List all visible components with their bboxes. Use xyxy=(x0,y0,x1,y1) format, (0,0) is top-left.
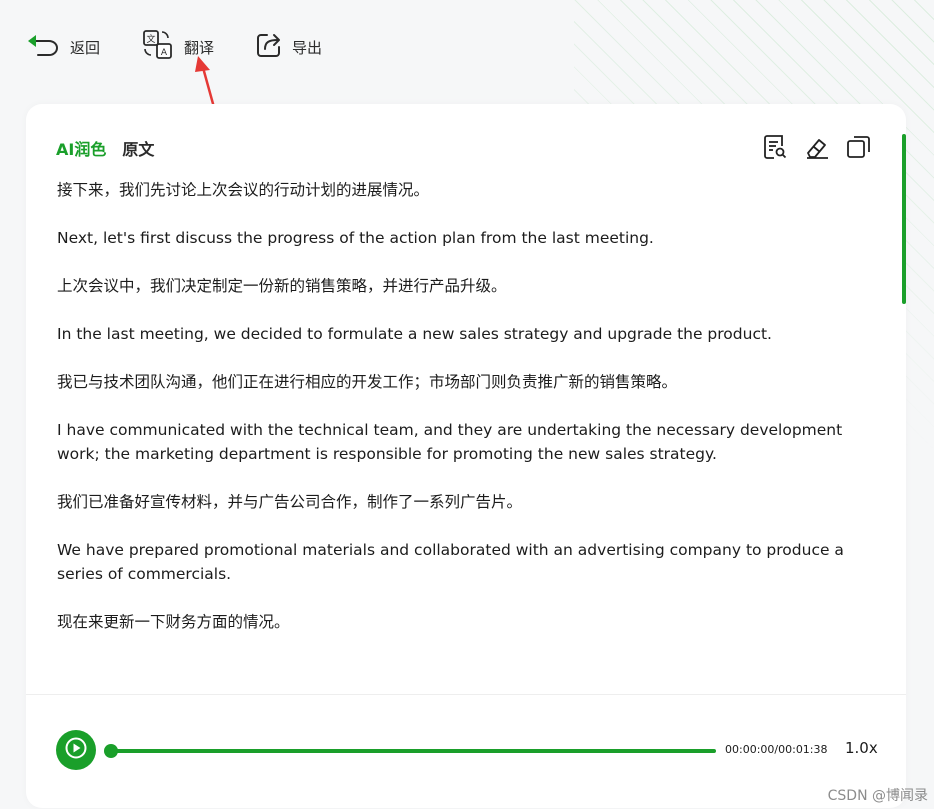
back-button[interactable]: 返回 xyxy=(26,30,100,64)
paragraph: 我已与技术团队沟通，他们正在进行相应的开发工作；市场部门则负责推广新的销售策略。 xyxy=(57,373,678,391)
top-toolbar: 返回 文 A 翻译 导出 xyxy=(0,0,934,96)
back-arrow-icon xyxy=(26,31,60,63)
playback-speed[interactable]: 1.0x xyxy=(845,739,878,757)
tab-ai-polish[interactable]: AI润色 xyxy=(56,136,106,160)
divider xyxy=(26,694,906,695)
play-icon xyxy=(65,737,87,763)
paragraph: We have prepared promotional materials a… xyxy=(57,541,844,583)
paragraph: 接下来，我们先讨论上次会议的行动计划的进展情况。 xyxy=(57,181,430,199)
back-label: 返回 xyxy=(70,38,101,57)
paragraph: 上次会议中，我们决定制定一份新的销售策略，并进行产品升级。 xyxy=(57,277,507,295)
paragraph: Next, let's first discuss the progress o… xyxy=(57,229,654,247)
paragraph: 我们已准备好宣传材料，并与广告公司合作，制作了一系列广告片。 xyxy=(57,493,523,511)
paragraph: I have communicated with the technical t… xyxy=(57,421,843,463)
translate-label: 翻译 xyxy=(184,38,215,57)
tab-bar: AI润色 原文 xyxy=(56,136,170,160)
copy-icon[interactable] xyxy=(846,134,872,160)
paragraph: In the last meeting, we decided to formu… xyxy=(57,325,772,343)
playback-time: 00:00:00/00:01:38 xyxy=(725,743,828,756)
progress-knob[interactable] xyxy=(104,744,118,758)
audio-player: 00:00:00/00:01:38 1.0x xyxy=(26,730,906,774)
watermark: CSDN @博闻录 xyxy=(827,788,928,804)
export-button[interactable]: 导出 xyxy=(256,30,322,64)
document-search-icon[interactable] xyxy=(762,134,788,160)
translate-button[interactable]: 文 A 翻译 xyxy=(142,30,214,64)
translate-icon: 文 A xyxy=(142,29,174,65)
svg-text:A: A xyxy=(161,48,168,58)
transcript-card: AI润色 原文 接下来，我们先讨论上次会议的行动计划的进展情况。 Next, l… xyxy=(26,104,906,808)
card-actions xyxy=(746,134,872,160)
transcript-content: 接下来，我们先讨论上次会议的行动计划的进展情况。 Next, let's fir… xyxy=(57,178,877,648)
tab-original[interactable]: 原文 xyxy=(122,136,154,160)
scrollbar[interactable] xyxy=(902,134,906,304)
eraser-edit-icon[interactable] xyxy=(804,134,830,160)
progress-slider[interactable] xyxy=(104,744,716,758)
svg-text:文: 文 xyxy=(146,33,155,45)
play-button[interactable] xyxy=(56,730,96,770)
paragraph: 现在来更新一下财务方面的情况。 xyxy=(57,613,290,631)
export-label: 导出 xyxy=(292,38,323,57)
export-icon xyxy=(256,32,282,62)
